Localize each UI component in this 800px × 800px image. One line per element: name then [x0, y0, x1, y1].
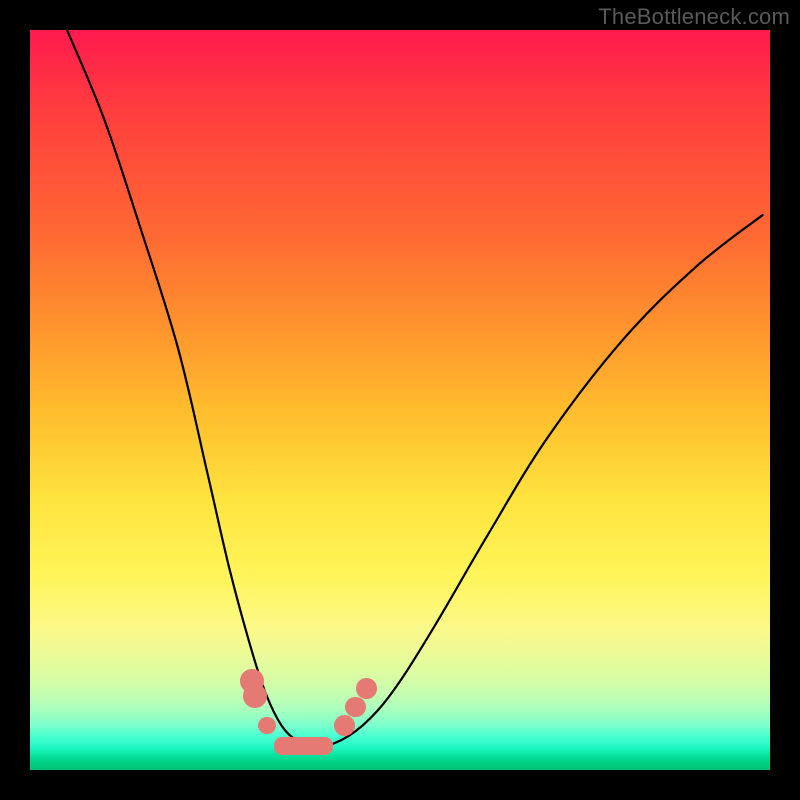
bottleneck-curve	[30, 30, 770, 770]
curve-marker-dot	[334, 715, 355, 736]
curve-marker-dot	[258, 717, 276, 735]
chart-frame	[30, 30, 770, 770]
curve-marker-dot	[356, 678, 377, 699]
watermark-text: TheBottleneck.com	[598, 4, 790, 30]
curve-marker-pill	[274, 737, 333, 755]
curve-marker-dot	[243, 684, 267, 708]
